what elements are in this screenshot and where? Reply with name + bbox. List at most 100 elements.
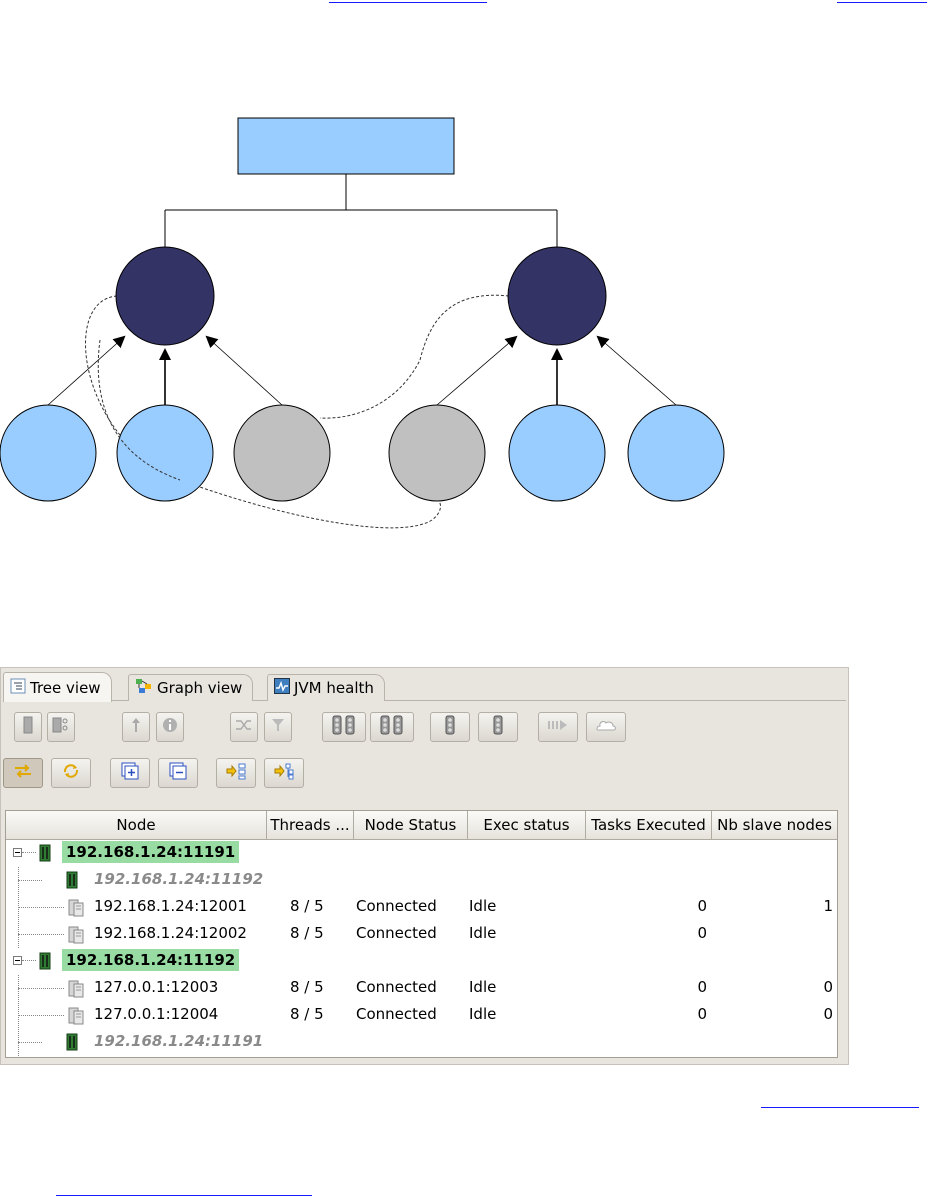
info-button[interactable]: [156, 712, 184, 742]
server-settings-button[interactable]: [47, 712, 75, 742]
tab-jvm-health[interactable]: JVM health: [267, 674, 385, 701]
worker-node: [508, 404, 606, 502]
traffic-lights-button[interactable]: [370, 712, 414, 742]
driver-node-left: [115, 246, 215, 346]
traffic-light-button[interactable]: [430, 712, 470, 742]
table-row[interactable]: 127.0.0.1:12004 8 / 5 Connected Idle 0 0: [6, 1001, 837, 1028]
threads-value: 8 / 5: [290, 978, 324, 996]
server-node-icon: [66, 897, 86, 921]
info-icon: [162, 717, 178, 737]
tab-bar: Tree view Graph view JVM health: [3, 670, 846, 702]
swap-button[interactable]: [3, 758, 43, 788]
expand-all-button[interactable]: [110, 758, 150, 788]
server-button[interactable]: [14, 712, 42, 742]
tab-label: Graph view: [157, 679, 243, 697]
column-header-node-status[interactable]: Node Status: [354, 811, 468, 839]
filter-icon: [270, 717, 286, 737]
select-drivers-button[interactable]: [216, 758, 256, 788]
tab-label: Tree view: [30, 678, 101, 697]
table-row[interactable]: 192.168.1.24:11191: [6, 839, 837, 866]
link-underline[interactable]: [761, 1107, 919, 1108]
select-nodes-icon: [273, 762, 295, 784]
select-nodes-button[interactable]: [264, 758, 304, 788]
admin-console-panel: Tree view Graph view JVM health Node Thr…: [0, 667, 849, 1065]
shuffle-icon: [235, 717, 253, 737]
node-name: 192.168.1.24:12001: [94, 897, 247, 915]
node-name: 192.168.1.24:11192: [62, 949, 240, 971]
node-name: 192.168.1.24:11191: [94, 1032, 264, 1050]
table-row[interactable]: 192.168.1.24:12002 8 / 5 Connected Idle …: [6, 920, 837, 947]
server-node-icon: [66, 1005, 86, 1029]
server-icon: [22, 716, 34, 738]
jvm-health-icon: [274, 678, 290, 698]
shuffle-button[interactable]: [230, 712, 258, 742]
arrow-node-to-driver: [596, 335, 677, 406]
tab-graph-view[interactable]: Graph view: [128, 674, 254, 701]
driver-icon: [66, 871, 78, 893]
tasks-executed-value: 0: [697, 924, 707, 942]
traffic-lights-button[interactable]: [322, 712, 366, 742]
table-row[interactable]: 192.168.1.24:11192: [6, 947, 837, 974]
arrow-node-to-driver: [436, 335, 518, 406]
server-node-icon: [66, 924, 86, 948]
column-header-node[interactable]: Node: [6, 811, 267, 839]
node-status-value: Connected: [356, 1005, 437, 1023]
cloud-button[interactable]: [586, 712, 626, 742]
tab-label: JVM health: [294, 679, 374, 697]
peer-node: [388, 404, 486, 502]
column-header-exec-status[interactable]: Exec status: [468, 811, 586, 839]
traffic-light-pair-icon: [331, 715, 357, 739]
table-header: Node Threads ... Node Status Exec status…: [6, 811, 837, 840]
exec-status-value: Idle: [469, 1005, 497, 1023]
table-row[interactable]: 192.168.1.24:12001 8 / 5 Connected Idle …: [6, 893, 837, 920]
play-forward-button[interactable]: [538, 712, 578, 742]
client-box: [237, 117, 455, 175]
filter-button[interactable]: [264, 712, 292, 742]
column-header-nb-slave-nodes[interactable]: Nb slave nodes: [712, 811, 837, 839]
slave-nodes-value: 1: [823, 897, 833, 915]
node-status-value: Connected: [356, 978, 437, 996]
node-name: 127.0.0.1:12003: [94, 978, 219, 996]
node-status-value: Connected: [356, 924, 437, 942]
hierarchy-connector: [164, 174, 558, 247]
traffic-light-button[interactable]: [478, 712, 518, 742]
threads-value: 8 / 5: [290, 924, 324, 942]
tab-tree-view[interactable]: Tree view: [3, 672, 112, 702]
table-row[interactable]: 192.168.1.24:11192: [6, 866, 837, 893]
worker-node: [116, 404, 214, 502]
toolbar-row-1: [1, 712, 841, 746]
refresh-icon: [61, 762, 81, 784]
node-name: 192.168.1.24:11192: [94, 870, 264, 888]
graph-view-icon: [135, 678, 153, 698]
exec-status-value: Idle: [469, 924, 497, 942]
link-underline[interactable]: [56, 1195, 312, 1196]
refresh-button[interactable]: [51, 758, 91, 788]
toolbar-row-2: [1, 758, 841, 792]
cloud-icon: [595, 718, 617, 736]
topology-diagram: [0, 117, 725, 529]
node-tree-table: Node Threads ... Node Status Exec status…: [5, 810, 838, 1058]
server-node-icon: [66, 978, 86, 1002]
collapse-all-button[interactable]: [158, 758, 198, 788]
tasks-executed-value: 0: [697, 897, 707, 915]
traffic-light-icon: [444, 715, 456, 739]
driver-icon: [39, 844, 51, 866]
column-header-threads[interactable]: Threads ...: [267, 811, 354, 839]
node-status-value: Connected: [356, 897, 437, 915]
tree-view-icon: [10, 678, 26, 698]
column-header-tasks-executed[interactable]: Tasks Executed: [586, 811, 712, 839]
collapse-toggle[interactable]: [13, 956, 22, 965]
swap-icon: [13, 763, 33, 783]
exec-status-value: Idle: [469, 897, 497, 915]
table-row[interactable]: 127.0.0.1:12003 8 / 5 Connected Idle 0 0: [6, 974, 837, 1001]
table-row[interactable]: 192.168.1.24:11191: [6, 1028, 837, 1055]
upload-button[interactable]: [122, 712, 150, 742]
collapse-toggle[interactable]: [13, 848, 22, 857]
peer-connection-right: [319, 294, 510, 419]
collapse-all-icon: [168, 761, 188, 785]
node-name: 192.168.1.24:12002: [94, 924, 247, 942]
traffic-light-pair-icon: [379, 715, 405, 739]
slave-nodes-value: 0: [823, 978, 833, 996]
node-name: 127.0.0.1:12004: [94, 1005, 219, 1023]
node-name: 192.168.1.24:11191: [62, 841, 240, 863]
